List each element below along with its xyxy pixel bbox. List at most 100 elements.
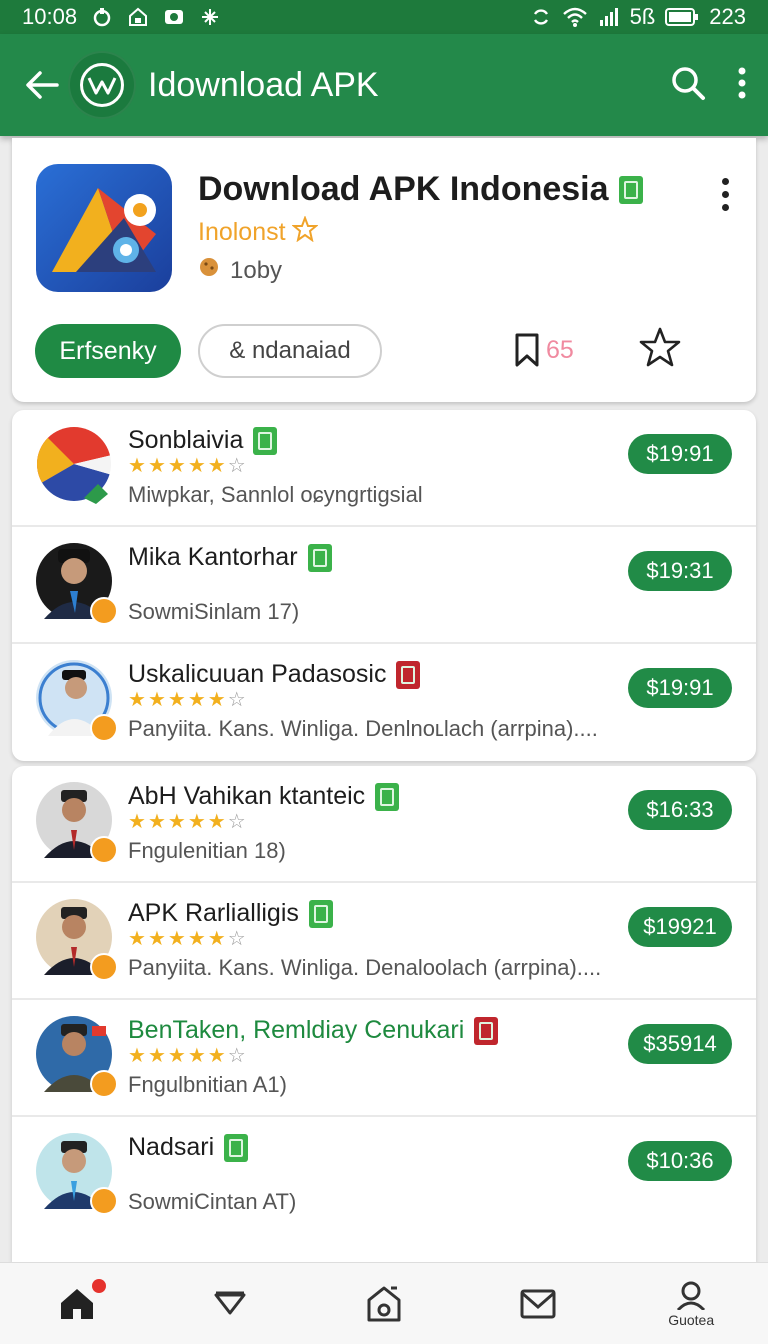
favorite-button[interactable] (638, 326, 682, 375)
app-name-text: Mika Kantorhar (128, 543, 298, 571)
app-name: Sonblaivia (128, 426, 278, 455)
profile-avatar (36, 1016, 118, 1098)
app-icon[interactable] (36, 164, 172, 292)
search-button[interactable] (670, 65, 706, 106)
nav-store[interactable] (307, 1284, 461, 1324)
star-outline-icon (639, 327, 681, 367)
app-header-card: Download APK Indonesia Inolonst 1oby Erf… (12, 138, 756, 402)
primary-action-button[interactable]: Erfsenky (35, 324, 181, 378)
badge-icon (90, 597, 118, 625)
profile-search-icon (677, 1281, 706, 1310)
app-subtitle: SowmiCintan AT) (128, 1189, 297, 1214)
verified-icon (224, 1133, 249, 1162)
app-name: Mika Kantorhar (128, 543, 332, 572)
list-item[interactable]: Uskalicuuan Padasosic ★ ★ ★ ★ ★ ☆ Panyiita. K… (12, 644, 756, 761)
bottom-navigation: Guotea (0, 1262, 768, 1344)
list-item[interactable]: Nadsari SowmiCintan AT) $10:36 (12, 1117, 756, 1234)
list-item[interactable]: AbH Vahikan ktanteic ★ ★ ★ ★ ★ ☆ Fngulenitian… (12, 766, 756, 883)
star-filled-icon: ★ (128, 455, 146, 477)
signal-icon (598, 6, 620, 28)
star-filled-icon: ★ (147, 1045, 166, 1067)
app-subtitle: Fngulenitian 18) (128, 838, 286, 863)
price-button[interactable]: $35914 (628, 1024, 732, 1064)
price-button[interactable]: $19:91 (628, 434, 732, 474)
app-name: BenTaken, Remldiay Cenukari (128, 1016, 499, 1045)
list-item[interactable]: BenTaken, Remldiay Cenukari ★ ★ ★ ★ ★ ☆ Fngul… (12, 1000, 756, 1117)
mail-icon (520, 1289, 556, 1318)
star-outline-icon: ☆ (227, 811, 246, 833)
nav-mail[interactable] (461, 1287, 615, 1321)
header-meta: 1oby (198, 256, 282, 285)
bookmark-count: 65 (546, 335, 574, 364)
logo-icon (80, 63, 124, 107)
verified-icon (375, 782, 400, 811)
price-button[interactable]: $10:36 (628, 1141, 732, 1181)
battery-percent: 5ß (629, 4, 656, 29)
secondary-action-button[interactable]: & ndanaiad (198, 324, 382, 378)
verified-icon (253, 426, 278, 455)
star-filled-icon: ★ (167, 1045, 186, 1067)
chevron-down-icon (214, 1291, 246, 1314)
rating-stars: ★ ★ ★ ★ ★ ☆ (128, 1046, 246, 1066)
rotate-icon (530, 6, 552, 28)
star-filled-icon: ★ (187, 1045, 206, 1067)
verified-icon (307, 543, 332, 572)
header-title-text: Download APK Indonesia (198, 170, 609, 208)
more-options-button[interactable] (736, 66, 748, 105)
cookie-icon (198, 256, 220, 285)
more-dot (721, 204, 729, 211)
bookmark-button[interactable]: 65 (512, 332, 574, 368)
star-outline-icon: ☆ (227, 1045, 246, 1067)
star-outline-icon: ☆ (227, 689, 246, 711)
verified-red-icon (474, 1016, 499, 1045)
store-icon (367, 1286, 401, 1321)
nav-filter[interactable] (154, 1289, 308, 1319)
badge-icon (90, 953, 118, 981)
price-button[interactable]: $19:31 (628, 551, 732, 591)
search-icon (672, 66, 705, 100)
verified-icon (308, 899, 333, 928)
developer-name[interactable]: Inolonst (198, 215, 319, 249)
status-bar: 10:08 5ß 223 (0, 0, 768, 34)
star-filled-icon: ★ (128, 689, 146, 711)
app-name-text: Sonblaivia (128, 426, 244, 454)
app-logo[interactable] (68, 51, 136, 119)
list-item[interactable]: Mika Kantorhar SowmiSinlam 17) $19:31 (12, 527, 756, 644)
nav-home[interactable] (0, 1278, 154, 1323)
rating-stars: ★ ★ ★ ★ ★ ☆ (128, 456, 246, 476)
app-name-text: APK Rarlialligis (128, 899, 299, 927)
profile-avatar (36, 899, 118, 981)
star-filled-icon: ★ (207, 455, 226, 477)
price-button[interactable]: $19921 (628, 907, 732, 947)
app-subtitle: Fngulbnitian A1) (128, 1072, 287, 1097)
header-app-name: Download APK Indonesia (198, 170, 643, 209)
app-avatar (36, 426, 116, 506)
price-button[interactable]: $16:33 (628, 790, 732, 830)
home-icon (60, 1288, 93, 1319)
developer-label: Inolonst (198, 218, 286, 246)
app-name-text: Uskalicuuan Padasosic (128, 660, 387, 688)
price-button[interactable]: $19:91 (628, 668, 732, 708)
star-filled-icon: ★ (187, 811, 206, 833)
star-filled-icon: ★ (207, 928, 226, 950)
star-outline-icon: ☆ (227, 455, 246, 477)
verified-icon (618, 175, 643, 204)
star-filled-icon: ★ (167, 689, 186, 711)
badge-icon (90, 714, 118, 742)
app-bar: Idownload APK (0, 34, 768, 136)
list-item[interactable]: APK Rarlialligis ★ ★ ★ ★ ★ ☆ Panyiita. Kans. … (12, 883, 756, 1000)
badge-icon (90, 1070, 118, 1098)
home-status-icon (127, 6, 149, 28)
back-button[interactable] (20, 63, 64, 107)
star-filled-icon: ★ (128, 1045, 146, 1067)
app-name-text: AbH Vahikan ktanteic (128, 782, 366, 810)
nav-profile[interactable]: Guotea (614, 1280, 768, 1328)
app-subtitle: Panyiita. Kans. Winliga. Denaloolach (ar… (128, 955, 602, 980)
header-more-button[interactable] (720, 178, 730, 211)
status-time: 10:08 (22, 4, 78, 29)
star-filled-icon: ★ (128, 811, 146, 833)
rating-stars: ★ ★ ★ ★ ★ ☆ (128, 929, 246, 949)
list-item[interactable]: Sonblaivia ★ ★ ★ ★ ★ ☆ Miwpkar, Sannlol oɕyng… (12, 410, 756, 527)
star-filled-icon: ★ (207, 689, 226, 711)
app-name-text: BenTaken, Remldiay Cenukari (128, 1016, 465, 1044)
